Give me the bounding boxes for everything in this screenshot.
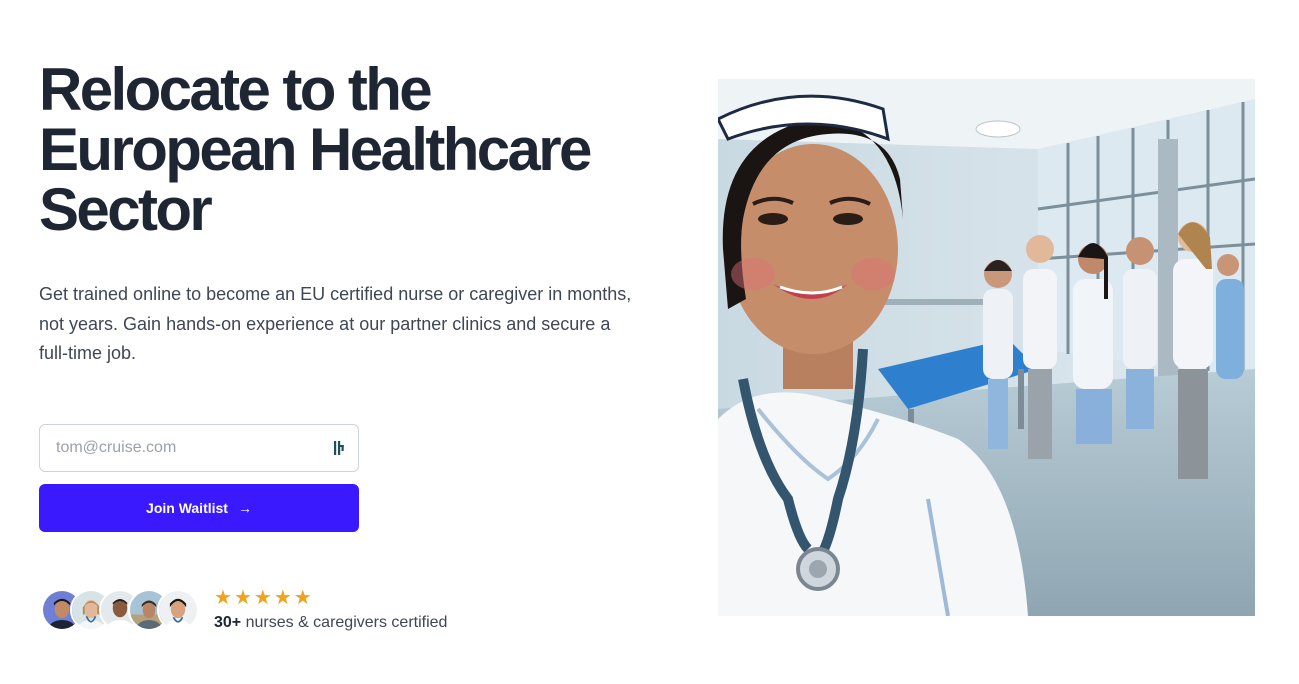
social-proof: ★ ★ ★ ★ ★ 30+ nurses & caregivers certif… <box>41 588 447 632</box>
star-icon: ★ <box>293 587 312 609</box>
star-icon: ★ <box>214 587 232 609</box>
hero-subtext: Get trained online to become an EU certi… <box>39 284 632 363</box>
join-waitlist-label: Join Waitlist <box>146 500 228 516</box>
arrow-right-icon: → <box>237 500 252 516</box>
join-waitlist-button[interactable]: Join Waitlist → <box>39 484 359 532</box>
star-icon: ★ <box>273 587 292 609</box>
hero-image-nurse <box>718 79 1255 616</box>
email-input[interactable] <box>56 439 334 457</box>
rating-stars: ★ ★ ★ ★ ★ <box>214 588 447 608</box>
password-manager-icon[interactable] <box>334 440 346 456</box>
certified-count: 30+ <box>214 614 242 631</box>
avatar <box>157 589 199 631</box>
certified-label: nurses & caregivers certified <box>245 614 448 631</box>
email-field[interactable] <box>39 424 359 472</box>
star-icon: ★ <box>233 587 252 609</box>
hero-section: Relocate to the European Healthcare Sect… <box>0 0 1299 684</box>
hero-headline: Relocate to the European Healthcare Sect… <box>39 56 592 243</box>
avatar-group <box>41 589 199 631</box>
star-icon: ★ <box>253 587 272 609</box>
certified-count-line: 30+ nurses & caregivers certified <box>214 614 447 632</box>
social-proof-text: ★ ★ ★ ★ ★ 30+ nurses & caregivers certif… <box>214 588 447 632</box>
